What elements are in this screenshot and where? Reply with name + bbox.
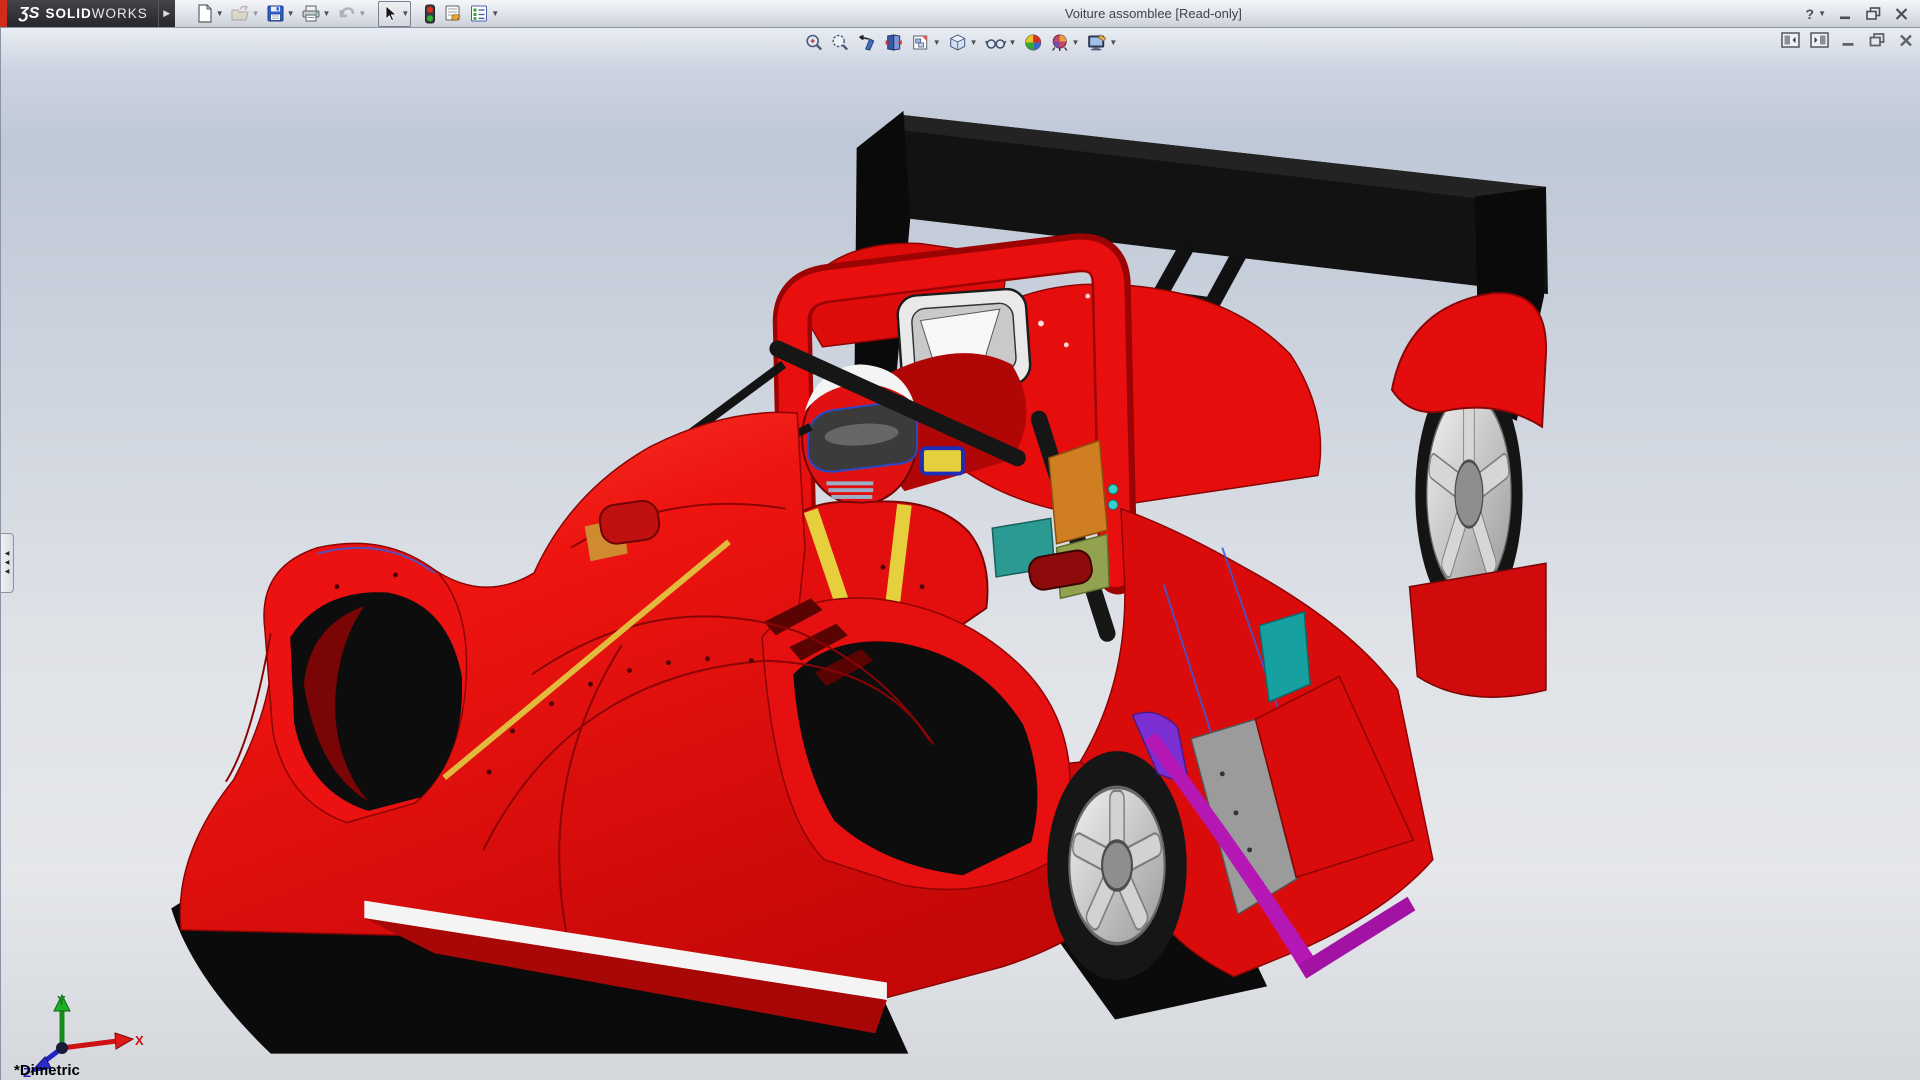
view-orientation-label: *Dimetric [14,1062,80,1079]
dropdown-caret-icon[interactable]: ▼ [323,9,331,18]
restore-icon [1866,7,1881,20]
brand-red-strip [0,0,7,27]
solidworks-logo-mark: ƷS [19,5,39,23]
collapse-arrow-icon: ◀ [5,569,10,575]
app-window-controls: ? ▼ [1806,6,1920,22]
feature-panel-splitter[interactable]: ◀ ◀ ◀ [1,533,14,593]
options-checklist-icon [469,4,489,23]
traffic-light-icon [423,4,437,24]
undo-arrow-icon [336,4,356,23]
collapse-arrow-icon: ◀ [5,560,10,566]
minimize-icon [1839,8,1852,20]
triad-x-label: X [135,1033,144,1048]
dropdown-caret-icon[interactable]: ▼ [287,9,295,18]
standard-toolbar: ▼ ▼ ▼ ▼ [193,1,501,27]
save-floppy-icon [266,4,285,23]
open-document-button[interactable]: ▼ [228,1,262,27]
new-document-button[interactable]: ▼ [193,1,226,27]
solidworks-logo-text: SOLIDWORKS [45,6,147,21]
options-button[interactable]: ▼ [467,1,501,27]
new-document-icon [195,4,214,23]
close-app-button[interactable] [1892,6,1910,22]
open-folder-icon [230,4,250,23]
solidworks-logo: ƷS SOLIDWORKS [7,0,158,27]
rear-right-wheel [1392,293,1546,697]
printer-icon [301,4,321,23]
solidworks-window: { "window": { "title": "Voiture assomble… [0,0,1920,1080]
print-button[interactable]: ▼ [299,1,333,27]
dropdown-caret-icon[interactable]: ▼ [491,9,499,18]
front-right-wheel [1047,751,1186,980]
close-icon [1895,8,1908,20]
3d-viewport[interactable]: ▼ ▼ ▼ [0,28,1920,1080]
select-cursor-icon [380,4,399,23]
triad-y-label: Y [57,993,66,1008]
help-dropdown-caret-icon[interactable]: ▼ [1818,9,1826,18]
select-tool-button[interactable]: ▼ [378,1,411,27]
collapse-arrow-icon: ◀ [5,551,10,557]
rebuild-button[interactable] [421,1,439,27]
restore-app-button[interactable] [1864,6,1882,22]
minimize-app-button[interactable] [1836,6,1854,22]
left-mirror [598,499,661,546]
file-properties-button[interactable] [441,1,465,27]
note-hand-icon [443,4,463,23]
help-button[interactable]: ? [1806,6,1815,22]
car-model [1,28,1920,1080]
save-button[interactable]: ▼ [264,1,297,27]
dropdown-caret-icon[interactable]: ▼ [401,9,409,18]
window-title: Voiture assomblee [Read-only] [501,6,1805,21]
dropdown-caret-icon[interactable]: ▼ [358,9,366,18]
harness-buckle [922,448,963,473]
undo-button[interactable]: ▼ [334,1,368,27]
title-bar: ƷS SOLIDWORKS ▶ ▼ ▼ ▼ [0,0,1920,28]
dropdown-caret-icon[interactable]: ▼ [216,9,224,18]
menu-flyout-arrow-icon[interactable]: ▶ [158,0,175,27]
dropdown-caret-icon[interactable]: ▼ [252,9,260,18]
